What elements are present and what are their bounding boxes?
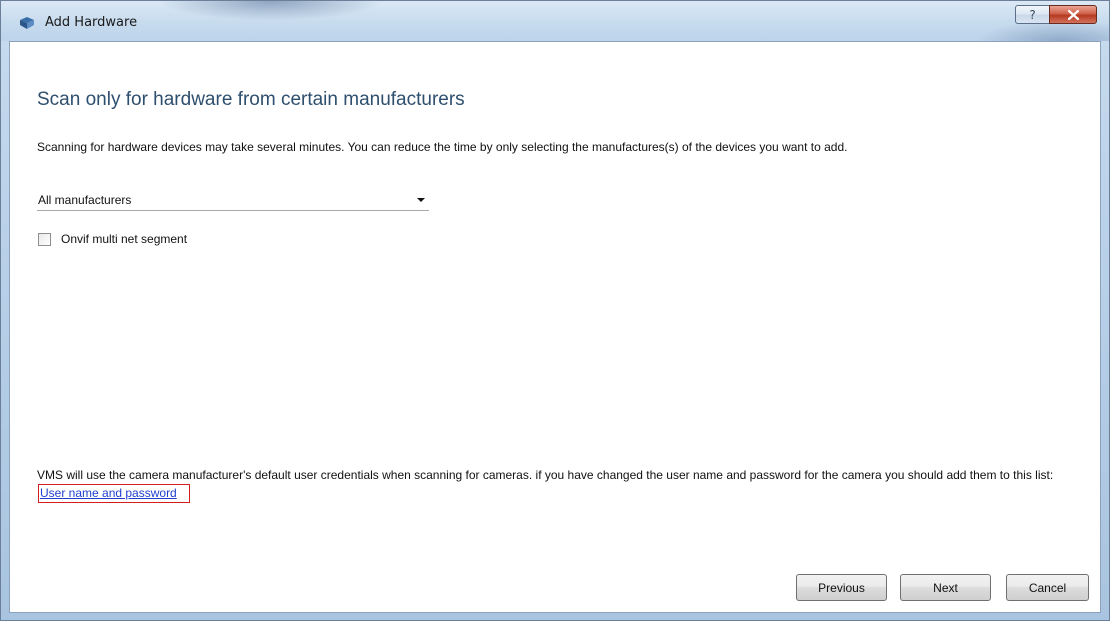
close-button[interactable] [1049, 5, 1097, 24]
manufacturer-dropdown[interactable]: All manufacturers [37, 189, 429, 211]
add-hardware-icon [20, 17, 34, 29]
manufacturer-dropdown-value: All manufacturers [38, 193, 132, 207]
link-highlight-box: User name and password [38, 484, 190, 503]
onvif-checkbox[interactable] [38, 232, 51, 246]
previous-button[interactable]: Previous [796, 574, 887, 601]
credentials-note: VMS will use the camera manufacturer's d… [37, 466, 1087, 503]
next-button[interactable]: Next [900, 574, 991, 601]
help-button[interactable]: ? [1015, 5, 1050, 24]
onvif-option[interactable]: Onvif multi net segment [38, 231, 187, 247]
cancel-button[interactable]: Cancel [1006, 574, 1089, 601]
user-name-password-link[interactable]: User name and password [40, 486, 177, 500]
credentials-note-text: VMS will use the camera manufacturer's d… [37, 468, 1054, 482]
close-icon [1067, 9, 1079, 20]
chevron-down-icon [417, 198, 425, 202]
window-title: Add Hardware [45, 15, 138, 30]
help-icon: ? [1029, 7, 1036, 22]
dialog-window: Add Hardware ? Scan only for hardware fr… [0, 0, 1110, 621]
page-title: Scan only for hardware from certain manu… [37, 89, 465, 110]
title-bar[interactable]: Add Hardware ? [1, 1, 1109, 41]
dialog-content: Scan only for hardware from certain manu… [9, 41, 1101, 613]
intro-text: Scanning for hardware devices may take s… [37, 140, 848, 154]
onvif-checkbox-label: Onvif multi net segment [61, 232, 188, 246]
